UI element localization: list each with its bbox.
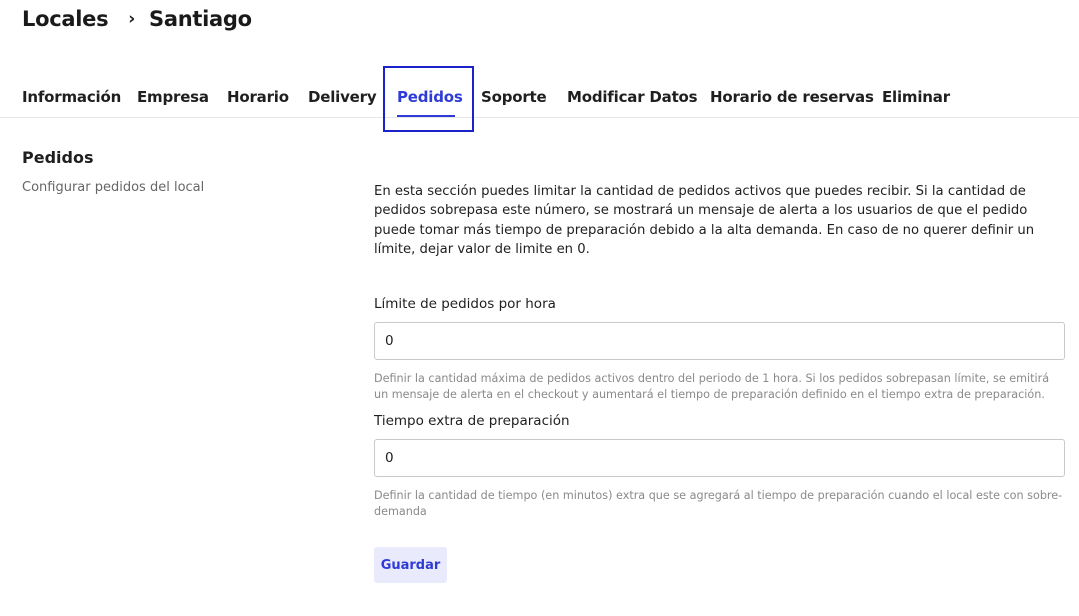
tab-horario-de-reservas[interactable]: Horario de reservas (710, 88, 874, 106)
tab-soporte[interactable]: Soporte (481, 88, 547, 106)
section-description: En esta sección puedes limitar la cantid… (374, 184, 1035, 257)
section-subtitle: Configurar pedidos del local (22, 180, 205, 195)
tab-delivery[interactable]: Delivery (308, 88, 377, 106)
tab-modificar-datos[interactable]: Modificar Datos (567, 88, 698, 106)
tab-empresa[interactable]: Empresa (137, 88, 209, 106)
breadcrumb-current: Santiago (149, 7, 252, 31)
extra-time-input[interactable] (374, 439, 1065, 477)
tab-horario[interactable]: Horario (227, 88, 289, 106)
chevron-right-icon: › (128, 9, 135, 29)
extra-time-field-help: Definir la cantidad de tiempo (en minuto… (374, 489, 1063, 519)
limit-field-help: Definir la cantidad máxima de pedidos ac… (374, 372, 1050, 402)
tab-informacion[interactable]: Información (22, 88, 121, 106)
tab-bar: Información Empresa Horario Delivery Ped… (0, 66, 1079, 132)
extra-time-field-label: Tiempo extra de preparación (374, 413, 570, 429)
limit-per-hour-input[interactable] (374, 322, 1065, 360)
active-tab-underline (397, 115, 455, 117)
page: Locales › Santiago Información Empresa H… (0, 0, 1079, 616)
tab-eliminar[interactable]: Eliminar (882, 88, 950, 106)
save-button[interactable]: Guardar (374, 547, 447, 583)
tab-pedidos[interactable]: Pedidos (397, 88, 463, 106)
section-title: Pedidos (22, 148, 94, 167)
limit-field-label: Límite de pedidos por hora (374, 296, 556, 312)
breadcrumb: Locales › Santiago (22, 7, 252, 31)
breadcrumb-root-link[interactable]: Locales (22, 7, 109, 31)
